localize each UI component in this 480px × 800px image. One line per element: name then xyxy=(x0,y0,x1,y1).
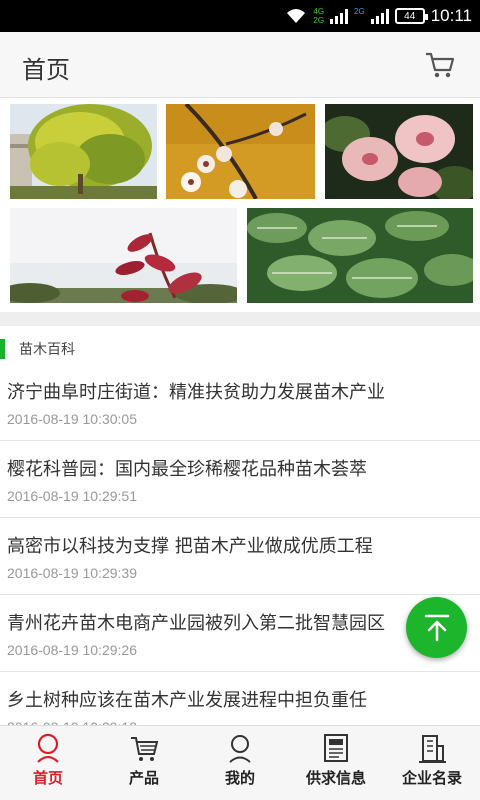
nav-item-mine[interactable]: 我的 xyxy=(192,726,288,800)
image-gallery xyxy=(0,98,480,312)
news-date: 2016-08-19 10:29:26 xyxy=(7,642,137,658)
gallery-image-plum-blossom[interactable] xyxy=(166,104,315,199)
arrow-up-icon xyxy=(424,614,449,641)
network-type: 4G 2G xyxy=(313,7,325,25)
news-item[interactable]: 济宁曲阜时庄街道：精准扶贫助力发展苗木产业 2016-08-19 10:30:0… xyxy=(0,364,480,441)
nav-label: 产品 xyxy=(128,769,159,787)
nav-item-products[interactable]: 产品 xyxy=(96,726,192,800)
news-title: 乡土树种应该在苗木产业发展进程中担负重任 xyxy=(7,690,367,711)
section-divider xyxy=(0,312,480,326)
cart-icon xyxy=(131,737,159,761)
news-item[interactable]: 高密市以科技为支撑 把苗木产业做成优质工程 2016-08-19 10:29:3… xyxy=(0,518,480,595)
cart-icon[interactable] xyxy=(424,50,456,80)
gallery-image-red-leaves[interactable] xyxy=(10,208,237,303)
gallery-image-yellow-tree[interactable] xyxy=(10,104,157,199)
nav-item-supply-demand[interactable]: 供求信息 xyxy=(288,726,384,800)
news-date: 2016-08-19 10:30:05 xyxy=(7,411,137,427)
news-title: 青州花卉苗木电商产业园被列入第二批智慧园区 xyxy=(7,613,385,634)
gallery-image-pink-flowers[interactable] xyxy=(325,104,473,199)
nav-item-directory[interactable]: 企业名录 xyxy=(384,726,480,800)
nav-label: 首页 xyxy=(32,769,63,787)
home-person-icon xyxy=(37,733,59,763)
clock: 10:11 xyxy=(430,6,472,25)
news-title: 济宁曲阜时庄街道：精准扶贫助力发展苗木产业 xyxy=(7,382,385,403)
user-icon xyxy=(229,735,251,763)
gallery-image-green-plant[interactable] xyxy=(247,208,473,303)
signal-icon-2 xyxy=(370,8,389,24)
bottom-nav: 首页 产品 我的 供求信息 企业名录 xyxy=(0,725,480,800)
page-title: 首页 xyxy=(22,56,70,84)
nav-label: 企业名录 xyxy=(401,769,462,787)
section-title: 苗木百科 xyxy=(19,342,75,358)
nav-label: 供求信息 xyxy=(305,769,366,787)
news-icon xyxy=(324,734,348,762)
news-list: 济宁曲阜时庄街道：精准扶贫助力发展苗木产业 2016-08-19 10:30:0… xyxy=(0,364,480,749)
nav-label: 我的 xyxy=(224,769,255,787)
app-header: 首页 xyxy=(0,32,480,98)
signal-icon xyxy=(330,8,349,24)
back-to-top-button[interactable] xyxy=(406,597,467,658)
section-accent-bar xyxy=(0,339,5,359)
battery-icon: 44 xyxy=(394,8,428,24)
news-date: 2016-08-19 10:29:39 xyxy=(7,565,137,581)
status-bar: 4G 2G 2G 44 10:11 xyxy=(0,0,480,32)
news-title: 高密市以科技为支撑 把苗木产业做成优质工程 xyxy=(7,536,373,557)
section-header: 苗木百科 xyxy=(0,338,75,360)
news-title: 樱花科普园：国内最全珍稀樱花品种苗木荟萃 xyxy=(7,459,367,480)
network-type-2: 2G xyxy=(354,7,365,16)
wifi-icon xyxy=(287,9,306,23)
building-icon xyxy=(419,735,446,763)
nav-item-home[interactable]: 首页 xyxy=(0,726,96,800)
news-date: 2016-08-19 10:29:51 xyxy=(7,488,137,504)
news-item[interactable]: 樱花科普园：国内最全珍稀樱花品种苗木荟萃 2016-08-19 10:29:51 xyxy=(0,441,480,518)
